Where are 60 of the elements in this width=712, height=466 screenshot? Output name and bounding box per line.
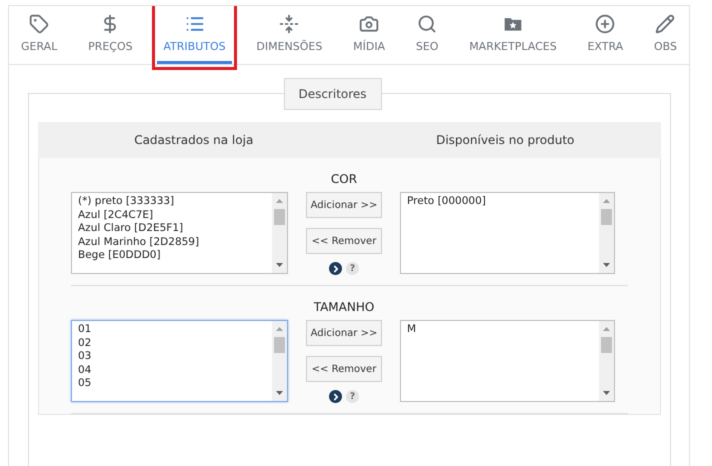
list-option[interactable]: 01 xyxy=(78,323,266,337)
product-list[interactable]: M xyxy=(400,320,615,402)
store-list[interactable]: 01 02 03 04 05 xyxy=(71,320,288,402)
remove-button[interactable]: << Remover xyxy=(306,228,382,254)
list-option[interactable]: Azul [2C4C7E] xyxy=(78,208,266,222)
scroll-down-arrow-icon[interactable] xyxy=(276,263,283,267)
column-header: Disponíveis no produto xyxy=(436,133,574,147)
tab[interactable]: EXTRA xyxy=(581,6,630,64)
tab[interactable]: MARKETPLACES xyxy=(463,6,563,64)
scrollbar-thumb[interactable] xyxy=(601,209,612,225)
scroll-up-arrow-icon[interactable] xyxy=(276,327,283,331)
column-header: Cadastrados na loja xyxy=(134,133,254,147)
list-option[interactable]: 03 xyxy=(78,350,266,364)
tab[interactable]: GERAL xyxy=(15,6,64,64)
help-icon[interactable]: ? xyxy=(346,390,359,403)
list-option[interactable]: Azul Claro [D2E5F1] xyxy=(78,222,266,236)
scrollbar-thumb[interactable] xyxy=(601,337,612,353)
list-option[interactable]: Bege [E0DDD0] xyxy=(78,249,266,263)
tab[interactable]: OBS xyxy=(648,6,683,64)
next-icon[interactable] xyxy=(329,262,342,275)
attribute-title: TAMANHO xyxy=(314,300,374,314)
list-option[interactable]: Azul Marinho [2D2859] xyxy=(78,236,266,250)
plus-circle-icon xyxy=(595,14,616,34)
scroll-up-arrow-icon[interactable] xyxy=(276,199,283,203)
tab[interactable]: DIMENSÕES xyxy=(250,6,328,64)
remove-button[interactable]: << Remover xyxy=(306,356,382,382)
list-option[interactable]: M xyxy=(407,323,593,337)
camera-icon xyxy=(359,14,380,34)
scroll-down-arrow-icon[interactable] xyxy=(603,263,610,267)
list-option[interactable]: 02 xyxy=(78,336,266,350)
scroll-down-arrow-icon[interactable] xyxy=(276,391,283,395)
list-option[interactable]: 04 xyxy=(78,364,266,378)
scroll-down-arrow-icon[interactable] xyxy=(603,391,610,395)
next-icon[interactable] xyxy=(329,390,342,403)
help-icon[interactable]: ? xyxy=(346,262,359,275)
attribute-title: COR xyxy=(330,172,358,186)
scrollbar-thumb[interactable] xyxy=(274,209,285,225)
product-list[interactable]: Preto [000000] xyxy=(400,192,615,274)
add-button[interactable]: Adicionar >> xyxy=(306,192,382,218)
scroll-up-arrow-icon[interactable] xyxy=(603,199,610,203)
search-icon xyxy=(417,14,438,34)
tab[interactable]: MÍDIA xyxy=(347,6,392,64)
scrollbar[interactable] xyxy=(272,193,287,273)
add-button[interactable]: Adicionar >> xyxy=(306,320,382,346)
store-list[interactable]: (*) preto [333333] Azul [2C4C7E] Azul Claro [D2E5F1] Azul Marinho [2D2859] Bege [E0DDD0] xyxy=(71,192,288,274)
list-option[interactable]: Preto [000000] xyxy=(407,195,593,209)
panel-legend: Descritores xyxy=(283,78,382,110)
scrollbar[interactable] xyxy=(599,193,614,273)
tab[interactable]: ATRIBUTOS xyxy=(157,6,232,64)
pencil-icon xyxy=(655,14,676,34)
scrollbar[interactable] xyxy=(599,321,614,401)
scrollbar[interactable] xyxy=(272,321,287,401)
list-option[interactable]: (*) preto [333333] xyxy=(78,195,266,209)
tab[interactable]: PREÇOS xyxy=(82,6,139,64)
compress-icon xyxy=(279,14,300,34)
scrollbar-thumb[interactable] xyxy=(274,337,285,353)
list-option[interactable]: 05 xyxy=(78,377,266,391)
scroll-up-arrow-icon[interactable] xyxy=(603,327,610,331)
tag-icon xyxy=(29,14,50,34)
tab[interactable]: SEO xyxy=(410,6,444,64)
